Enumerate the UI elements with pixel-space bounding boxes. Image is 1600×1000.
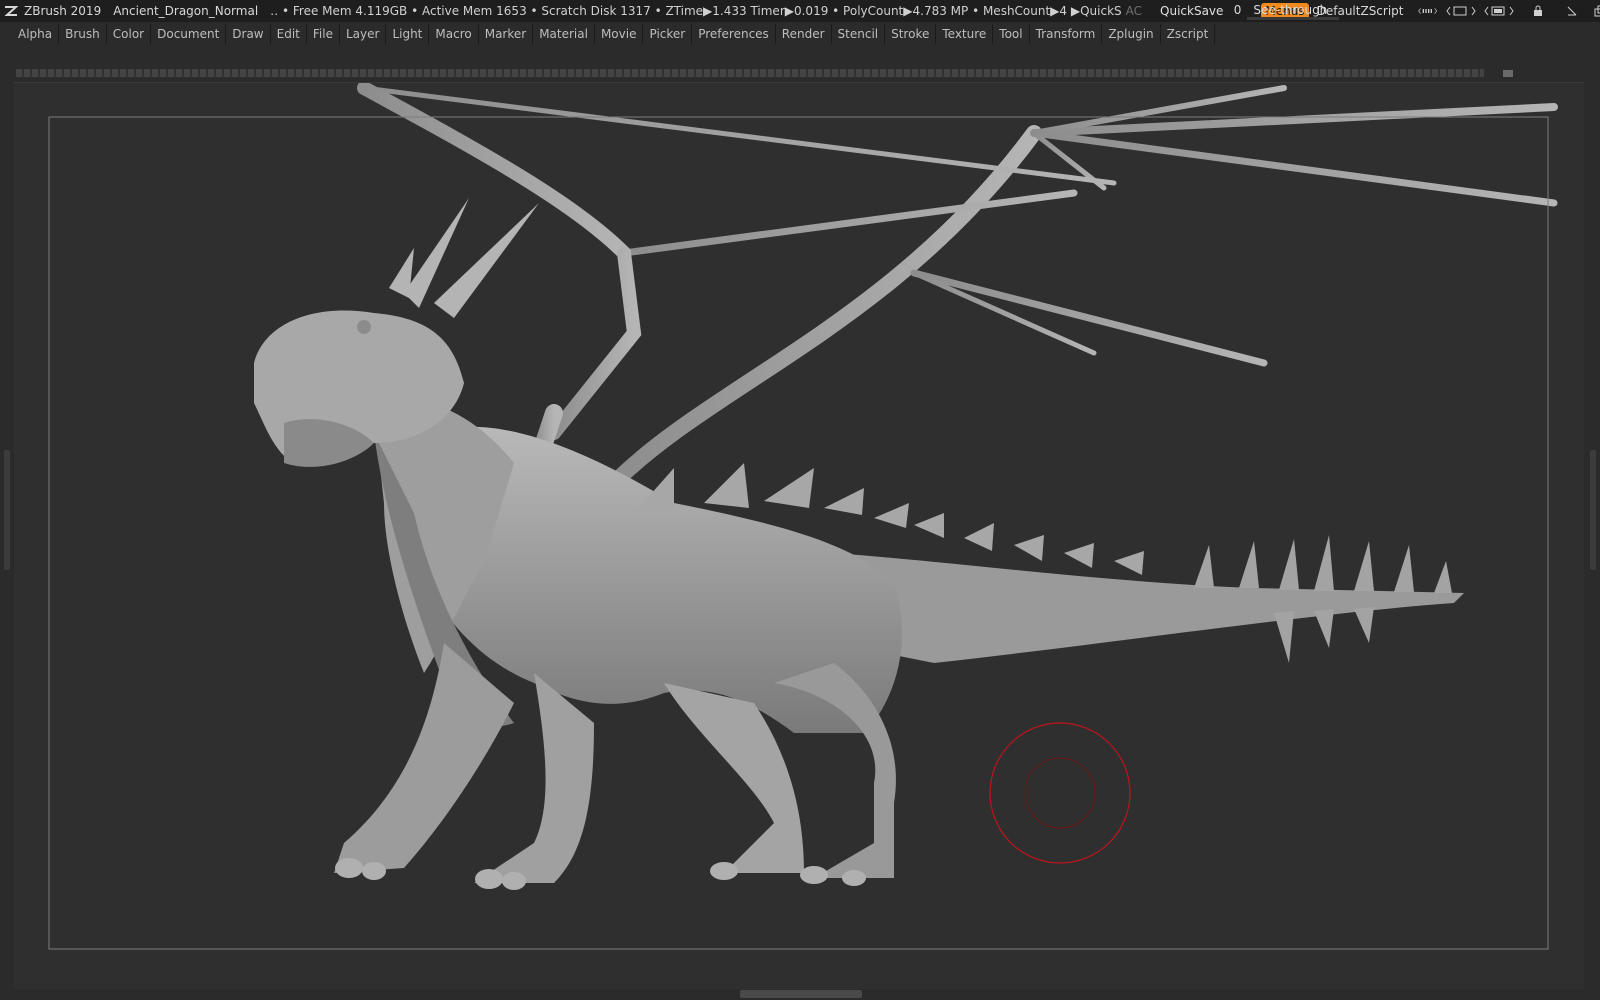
left-tray-toggle[interactable] bbox=[4, 450, 10, 570]
dragon-horns bbox=[389, 198, 539, 318]
menu-document[interactable]: Document bbox=[151, 24, 227, 44]
menu-layer[interactable]: Layer bbox=[340, 24, 387, 44]
app-name: ZBrush 2019 bbox=[24, 4, 102, 18]
zbrush-logo-icon bbox=[4, 4, 18, 18]
menu-tool[interactable]: Tool bbox=[993, 24, 1030, 44]
menu-stroke[interactable]: Stroke bbox=[885, 24, 937, 44]
main-menu-bar: Alpha Brush Color Document Draw Edit Fil… bbox=[12, 22, 1216, 46]
menu-stencil[interactable]: Stencil bbox=[832, 24, 886, 44]
brush-cursor-inner bbox=[1024, 757, 1096, 829]
shelf-handle[interactable] bbox=[1503, 70, 1513, 77]
menu-file[interactable]: File bbox=[307, 24, 340, 44]
menu-movie[interactable]: Movie bbox=[595, 24, 644, 44]
dragon-wings bbox=[357, 83, 1558, 491]
menu-edit[interactable]: Edit bbox=[271, 24, 307, 44]
document-canvas[interactable] bbox=[14, 82, 1584, 989]
menu-light[interactable]: Light bbox=[386, 24, 430, 44]
menu-alpha[interactable]: Alpha bbox=[12, 24, 60, 44]
menu-render[interactable]: Render bbox=[776, 24, 832, 44]
menu-draw[interactable]: Draw bbox=[226, 24, 271, 44]
menu-zplugin[interactable]: Zplugin bbox=[1102, 24, 1161, 44]
interface-layout-icon[interactable] bbox=[1445, 3, 1476, 19]
ac-indicator[interactable]: AC bbox=[1126, 4, 1142, 18]
menu-brush[interactable]: Brush bbox=[59, 24, 107, 44]
top-shelf-strip[interactable] bbox=[16, 69, 1484, 77]
dragon-sculpt[interactable] bbox=[14, 83, 1584, 989]
right-tray-toggle[interactable] bbox=[1590, 450, 1596, 570]
menu-transform[interactable]: Transform bbox=[1030, 24, 1103, 44]
color-scheme-icon[interactable] bbox=[1483, 3, 1514, 19]
see-through-value: 0 bbox=[1233, 3, 1242, 17]
title-bar: ZBrush 2019 Ancient_Dragon_Normal ‥ • Fr… bbox=[0, 0, 1600, 22]
menu-preferences[interactable]: Preferences bbox=[692, 24, 776, 44]
brush-cursor-outer bbox=[989, 722, 1131, 864]
layout-prev-next-icon[interactable] bbox=[1417, 3, 1438, 19]
see-through-track bbox=[1247, 17, 1340, 20]
restore-icon[interactable] bbox=[1590, 3, 1600, 19]
menu-marker[interactable]: Marker bbox=[479, 24, 534, 44]
project-name: Ancient_Dragon_Normal bbox=[113, 4, 259, 18]
lock-icon[interactable] bbox=[1528, 3, 1548, 19]
menu-material[interactable]: Material bbox=[533, 24, 595, 44]
script-name[interactable]: DefaultZScript bbox=[1317, 4, 1404, 18]
status-stats: ‥ • Free Mem 4.119GB • Active Mem 1653 •… bbox=[270, 4, 1122, 18]
menu-picker[interactable]: Picker bbox=[643, 24, 693, 44]
menu-texture[interactable]: Texture bbox=[936, 24, 994, 44]
menu-zscript[interactable]: Zscript bbox=[1161, 24, 1216, 44]
bottom-tray-toggle[interactable] bbox=[740, 990, 862, 998]
quicksave-button[interactable]: QuickSave bbox=[1160, 4, 1223, 18]
see-through-label: See-through bbox=[1253, 3, 1328, 17]
minimize-icon[interactable] bbox=[1562, 3, 1582, 19]
menu-color[interactable]: Color bbox=[107, 24, 152, 44]
menu-macro[interactable]: Macro bbox=[429, 24, 479, 44]
